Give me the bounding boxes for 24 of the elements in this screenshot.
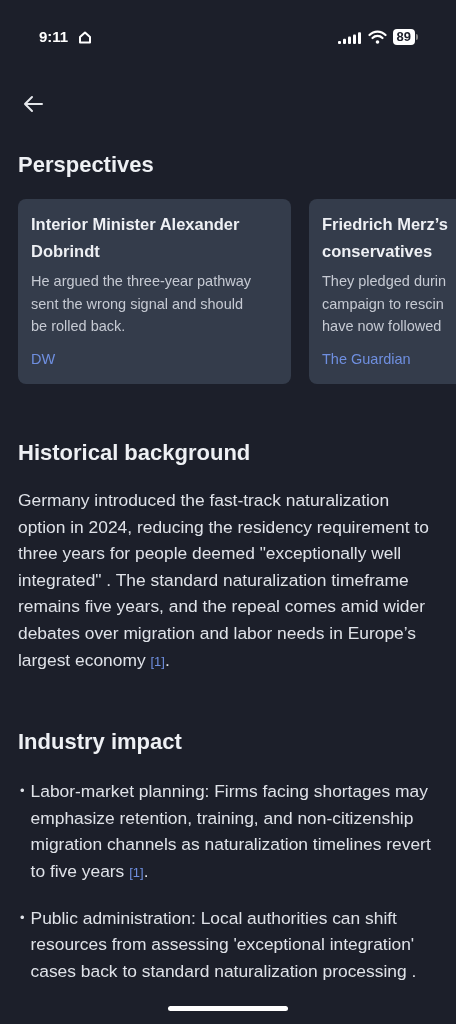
section-heading: Historical background <box>17 439 252 467</box>
source-link[interactable]: DW <box>31 349 56 371</box>
bullet: • <box>20 782 25 801</box>
bullet-text: Labor-market planning: Firms facing shortages may emphasize retention, training, and non-citizenship migration channels as naturalization timelines revert to five years [1]. <box>30 780 432 883</box>
card-text: He argued the three-year pathway sent the wrong signal and should be rolled back. <box>31 272 253 336</box>
bullet-text: Public administration: Local authorities can shift resources from assessing 'exceptional integration' cases back to standard naturalization processing . <box>30 906 418 983</box>
card-title: Friedrich Merz’s conservatives <box>322 214 449 262</box>
home-icon <box>78 30 93 44</box>
source-link[interactable]: The Guardian <box>322 349 411 371</box>
paragraph: Germany introduced the fast-track naturalization option in 2024, reducing the residency requirement to three years for people deemed "exceptionally well integrated" . The standard naturalization timeframe remains five years, and the repeal comes amid wider debates over migration and labor needs in Europe’s largest economy [1]. <box>18 489 430 672</box>
wifi-icon <box>367 30 387 44</box>
card-text: They pledged durin campaign to rescin have now followed <box>322 272 448 336</box>
citation-link[interactable]: [1] <box>150 653 165 669</box>
perspective-card[interactable]: Friedrich Merz’s conservatives They pledged durin campaign to rescin have now followed The Guardian <box>309 199 456 384</box>
signal-icon <box>337 30 362 44</box>
bullet: • <box>20 908 25 927</box>
status-time: 9:11 <box>39 26 69 47</box>
section-heading: Industry impact <box>17 728 183 757</box>
section-heading: Perspectives <box>17 151 155 179</box>
citation-link[interactable]: [1] <box>129 864 144 880</box>
back-button[interactable] <box>22 93 44 115</box>
perspective-card[interactable]: Interior Minister Alexander Dobrindt He argued the three-year pathway sent the wrong signal and should be rolled back. DW <box>18 199 291 384</box>
card-title: Interior Minister Alexander Dobrindt <box>31 214 241 262</box>
battery-indicator: 89 <box>392 29 415 45</box>
